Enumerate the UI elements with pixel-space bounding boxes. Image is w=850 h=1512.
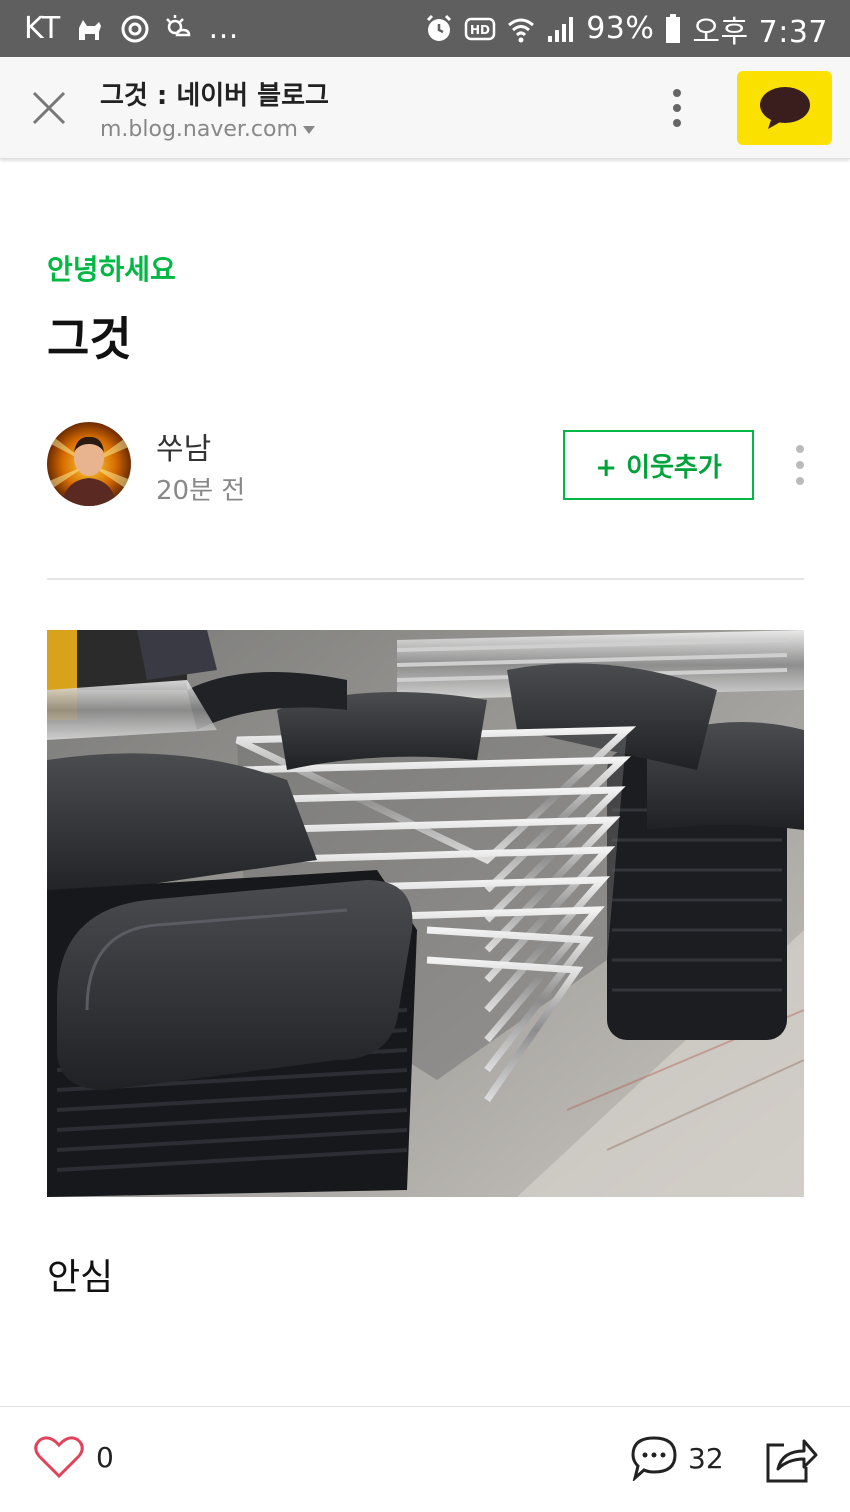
- like-count: 0: [96, 1440, 114, 1474]
- post-time: 20분 전: [156, 476, 246, 506]
- add-neighbor-button[interactable]: + 이웃추가: [563, 430, 754, 500]
- page-url[interactable]: m.blog.naver.com: [100, 117, 316, 142]
- weather-icon: [163, 13, 197, 45]
- clock: 오후 7:37: [692, 14, 828, 50]
- overflow-indicator: ...: [208, 11, 239, 46]
- dog-notification-icon: [73, 12, 107, 46]
- wifi-icon: [506, 14, 536, 44]
- author-name[interactable]: 쑤남: [156, 424, 211, 468]
- sync-icon: [119, 13, 151, 45]
- close-icon: [32, 91, 66, 125]
- status-bar: KT ... HD 93% 오후 7:37: [0, 0, 850, 57]
- bottom-action-bar: 0 32: [0, 1406, 850, 1512]
- page-url-text: m.blog.naver.com: [100, 117, 298, 142]
- kakaotalk-icon: [759, 87, 810, 129]
- status-bar-right: HD 93% 오후 7:37: [424, 0, 828, 57]
- heart-icon: [34, 1436, 84, 1479]
- share-button[interactable]: [764, 1437, 818, 1487]
- share-icon: [766, 1439, 818, 1483]
- svg-text:HD: HD: [470, 23, 490, 37]
- comment-count: 32: [688, 1441, 724, 1475]
- browser-header: 그것 : 네이버 블로그 m.blog.naver.com: [0, 57, 850, 159]
- post-title: 그것: [47, 312, 132, 366]
- status-bar-left: KT ...: [24, 0, 239, 57]
- divider: [47, 578, 804, 580]
- hd-icon: HD: [464, 15, 496, 43]
- close-button[interactable]: [28, 87, 70, 129]
- kakaotalk-share-button[interactable]: [737, 71, 832, 145]
- post-category[interactable]: 안녕하세요: [47, 248, 176, 288]
- more-vertical-icon[interactable]: [660, 85, 694, 131]
- battery-percent: 93%: [586, 11, 655, 46]
- post-body-text: 안심: [47, 1257, 114, 1298]
- battery-icon: [664, 13, 682, 45]
- signal-icon: [546, 14, 576, 44]
- like-button[interactable]: 0: [34, 1435, 114, 1479]
- stacked-folding-chairs-photo[interactable]: [47, 630, 804, 1197]
- page-title: 그것 : 네이버 블로그: [100, 81, 329, 111]
- author-avatar[interactable]: [47, 422, 131, 506]
- comment-icon: [631, 1436, 677, 1481]
- post-more-icon[interactable]: [790, 440, 810, 490]
- chevron-down-icon: [302, 125, 315, 134]
- comment-button[interactable]: 32: [630, 1435, 724, 1481]
- alarm-icon: [424, 14, 454, 44]
- carrier-label: KT: [24, 11, 61, 46]
